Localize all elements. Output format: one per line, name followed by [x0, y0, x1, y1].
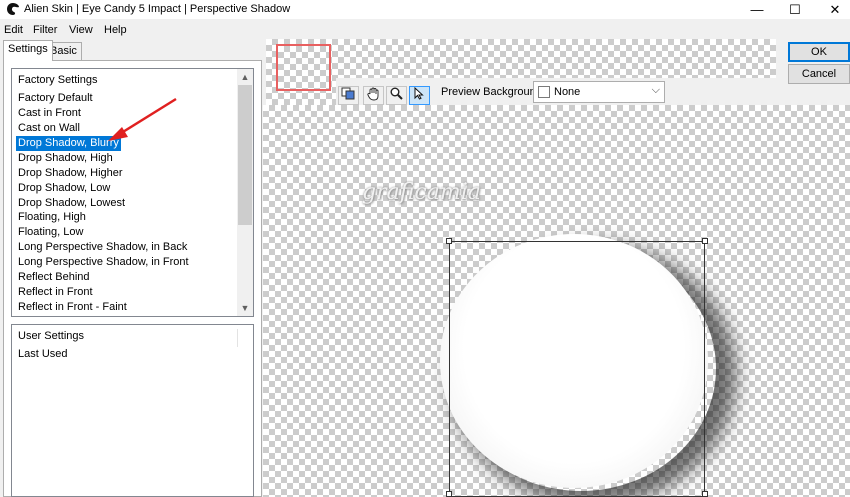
- hand-tool-button[interactable]: [363, 86, 384, 105]
- list-item[interactable]: Floating, Low: [16, 225, 85, 240]
- magnifier-icon: [390, 87, 403, 100]
- factory-list-scrollbar[interactable]: ▲ ▼: [237, 69, 253, 316]
- pointer-tool-button[interactable]: [409, 86, 430, 105]
- list-item[interactable]: Last Used: [16, 347, 70, 362]
- compare-icon: [341, 87, 355, 100]
- hand-icon: [367, 87, 379, 101]
- navigator-thumbnail[interactable]: [276, 44, 331, 91]
- tab-settings[interactable]: Settings: [3, 40, 53, 61]
- resize-handle[interactable]: [446, 491, 452, 497]
- list-item[interactable]: Drop Shadow, Low: [16, 181, 112, 196]
- list-item[interactable]: Reflect Behind: [16, 270, 92, 285]
- chevron-down-icon: ⌵: [651, 84, 660, 96]
- list-item[interactable]: Cast in Front: [16, 106, 83, 121]
- color-swatch-icon: [538, 86, 550, 98]
- close-button[interactable]: ✕: [812, 0, 850, 19]
- window-title: Alien Skin | Eye Candy 5 Impact | Perspe…: [24, 3, 291, 15]
- resize-handle[interactable]: [702, 238, 708, 244]
- resize-handle[interactable]: [446, 238, 452, 244]
- scroll-thumb[interactable]: [238, 85, 252, 225]
- resize-handle[interactable]: [702, 491, 708, 497]
- menu-help[interactable]: Help: [104, 24, 127, 36]
- selection-bounding-box[interactable]: [449, 241, 705, 497]
- scroll-down-icon[interactable]: ▼: [237, 300, 253, 316]
- menu-bar: [0, 21, 850, 39]
- annotation-arrow-icon: [108, 97, 177, 141]
- list-item[interactable]: Drop Shadow, Higher: [16, 166, 125, 181]
- list-item[interactable]: Factory Default: [16, 91, 95, 106]
- user-settings-list[interactable]: User Settings Last Used: [11, 324, 254, 497]
- menu-filter[interactable]: Filter: [33, 24, 57, 36]
- list-item[interactable]: Long Perspective Shadow, in Front: [16, 255, 191, 270]
- user-settings-header: User Settings: [18, 330, 85, 342]
- cancel-button[interactable]: Cancel: [788, 64, 850, 84]
- list-item[interactable]: Reflect in Front: [16, 285, 95, 300]
- preview-toggle-button[interactable]: [338, 86, 359, 105]
- list-item[interactable]: Floating, High: [16, 210, 88, 225]
- list-item[interactable]: Drop Shadow, Lowest: [16, 196, 127, 211]
- arrow-cursor-icon: [414, 86, 424, 100]
- menu-edit[interactable]: Edit: [4, 24, 23, 36]
- list-item[interactable]: Drop Shadow, High: [16, 151, 115, 166]
- app-icon: [7, 3, 19, 15]
- preview-background-value: None: [554, 86, 581, 98]
- zoom-tool-button[interactable]: [386, 86, 407, 105]
- list-item[interactable]: Cast on Wall: [16, 121, 82, 136]
- list-item[interactable]: Long Perspective Shadow, in Back: [16, 240, 189, 255]
- preview-background-label: Preview Background:: [441, 86, 545, 98]
- menu-view[interactable]: View: [69, 24, 93, 36]
- list-item[interactable]: Reflect in Front - Faint: [16, 300, 129, 315]
- factory-settings-header: Factory Settings: [18, 74, 98, 86]
- ok-button[interactable]: OK: [788, 42, 850, 62]
- preview-background-dropdown[interactable]: None ⌵: [533, 81, 665, 103]
- header-divider: [237, 329, 238, 347]
- scroll-up-icon[interactable]: ▲: [237, 69, 253, 85]
- watermark-text: graficamia: [362, 180, 481, 205]
